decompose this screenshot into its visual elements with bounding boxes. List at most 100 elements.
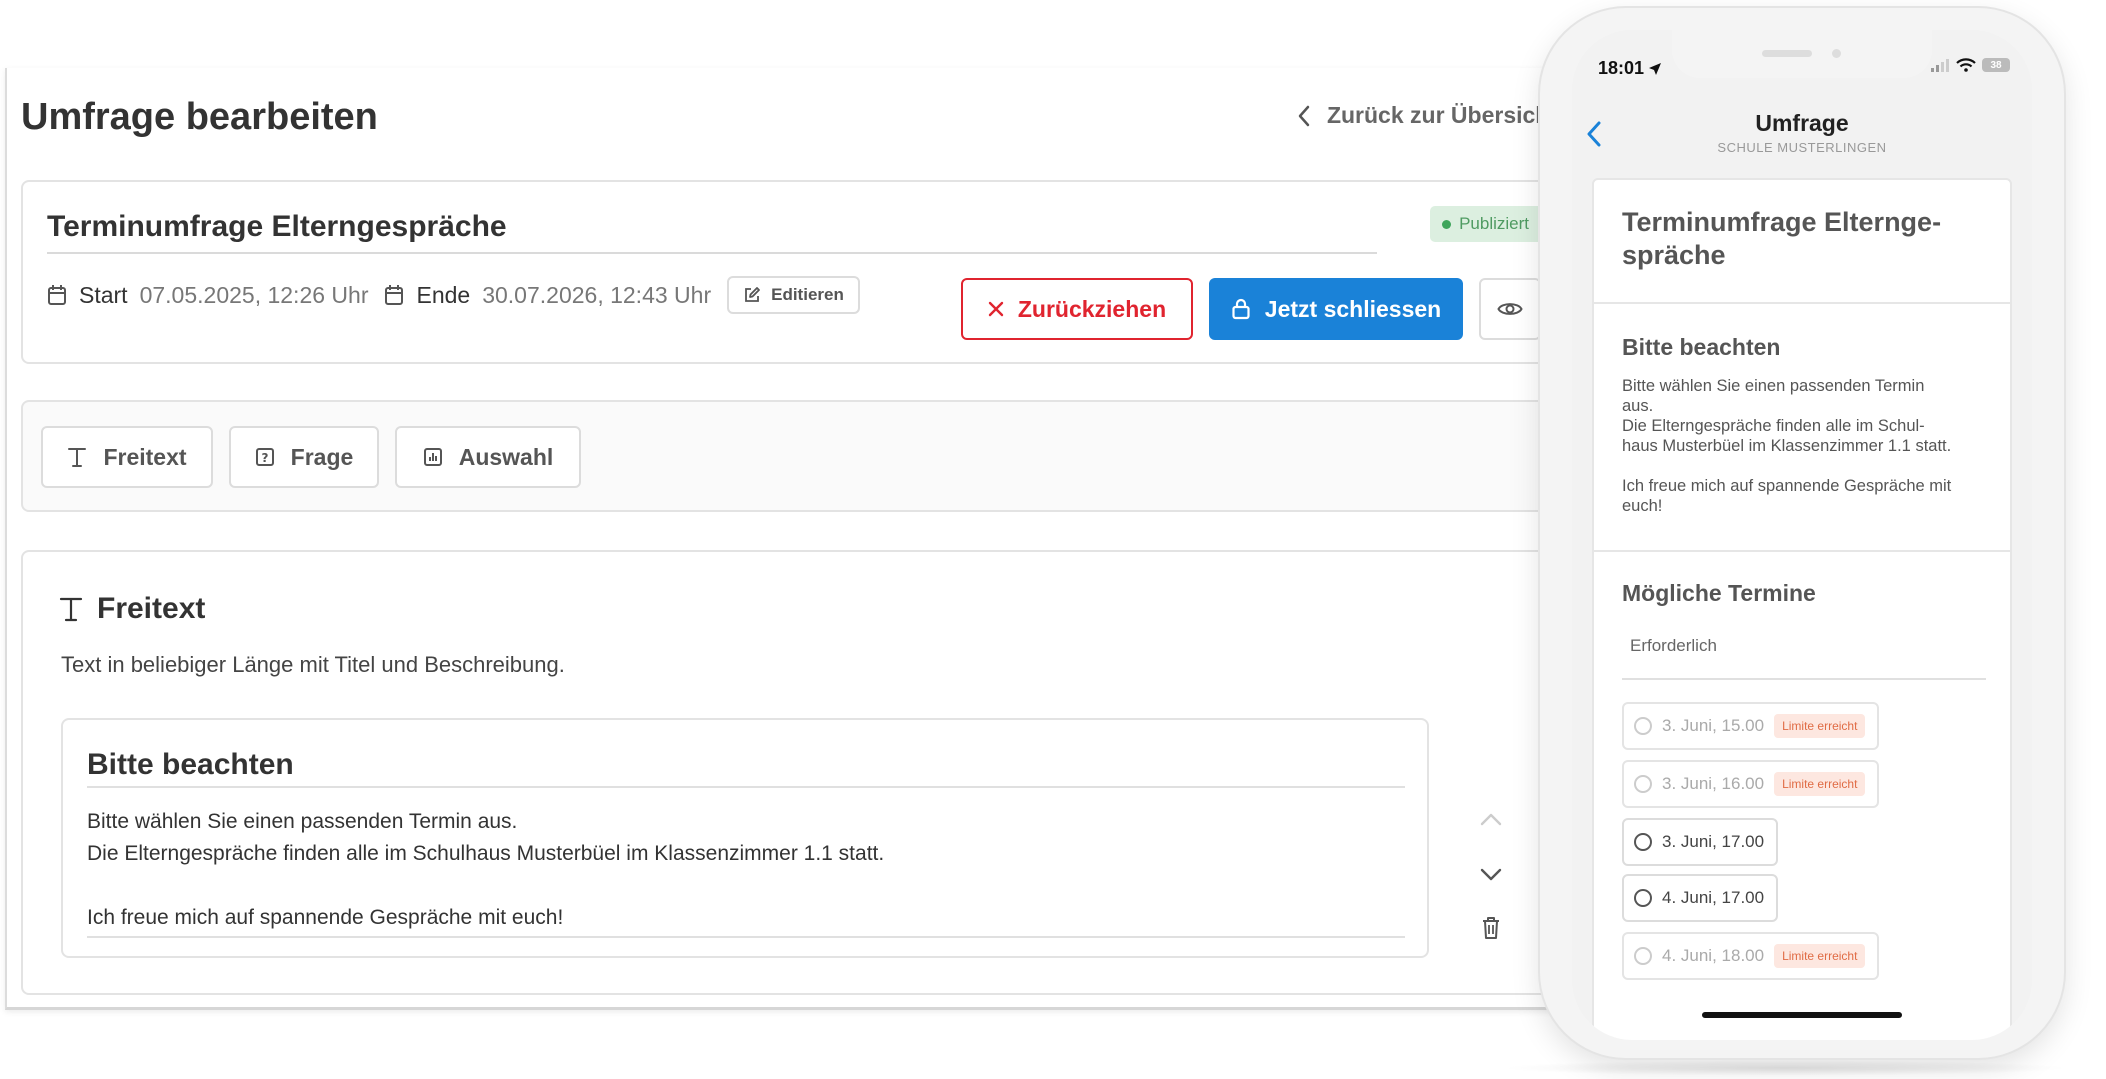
add-freetext-button[interactable]: Freitext xyxy=(41,426,213,488)
end-label: Ende xyxy=(416,281,471,308)
camera-icon xyxy=(1832,49,1841,58)
note-line: Ich freue mich auf spannende Gespräche m… xyxy=(1622,477,1952,495)
date-option: 4. Juni, 18.00 Limite erreicht xyxy=(1622,932,1880,980)
edit-icon xyxy=(743,286,761,304)
freetext-block: Freitext Text in beliebiger Länge mit Ti… xyxy=(21,550,1567,995)
delete-block-button[interactable] xyxy=(1481,916,1501,940)
date-option: 3. Juni, 15.00 Limite erreicht xyxy=(1622,702,1880,750)
close-survey-button[interactable]: Jetzt schliessen xyxy=(1209,278,1463,340)
move-down-button[interactable] xyxy=(1479,868,1503,882)
preview-dates-title: Mögliche Termine xyxy=(1622,580,1816,606)
survey-preview-sheet: Terminumfrage Elternge- spräche Bitte be… xyxy=(1592,178,2012,1040)
question-icon: ? xyxy=(255,447,275,467)
phone-shadow xyxy=(1500,1060,2070,1076)
divider xyxy=(1622,678,1986,680)
add-question-button[interactable]: ? Frage xyxy=(229,426,379,488)
nav-title: Umfrage xyxy=(1755,110,1849,136)
block-header: Freitext xyxy=(59,592,205,626)
calendar-icon xyxy=(47,284,67,306)
date-option-label: 3. Juni, 17.00 xyxy=(1662,832,1765,851)
radio-icon xyxy=(1634,717,1652,735)
phone-preview: 18:01 38 Umfrage SCHULE MUSTERLINGEN Ter… xyxy=(1540,8,2064,1058)
date-option-label: 4. Juni, 17.00 xyxy=(1662,888,1765,907)
survey-header-card: Terminumfrage Elterngespräche Publiziert… xyxy=(21,180,1567,364)
required-label: Erforderlich xyxy=(1630,636,1717,655)
date-option[interactable]: 4. Juni, 17.00 xyxy=(1622,874,1779,922)
block-toolbar: Freitext ? Frage Auswahl xyxy=(21,400,1567,512)
divider xyxy=(1594,550,2010,552)
preview-survey-title: Terminumfrage Elternge- spräche xyxy=(1622,206,1992,272)
content-line: Die Elterngespräche finden alle im Schul… xyxy=(87,842,885,865)
back-link-label: Zurück zur Übersicht xyxy=(1326,102,1557,128)
freetext-content-editor: Bitte beachten Bitte wählen Sie einen pa… xyxy=(61,718,1429,958)
note-line: Die Elterngespräche finden alle im Schul… xyxy=(1622,417,1925,435)
limit-reached-badge: Limite erreicht xyxy=(1774,772,1866,796)
wifi-icon xyxy=(1956,58,1976,72)
svg-text:?: ? xyxy=(261,451,268,465)
close-survey-label: Jetzt schliessen xyxy=(1264,295,1442,322)
survey-title-input[interactable]: Terminumfrage Elterngespräche xyxy=(47,210,1377,254)
preview-title-line: spräche xyxy=(1622,240,1726,270)
radio-icon xyxy=(1634,775,1652,793)
survey-editor-panel: Umfrage bearbeiten Zurück zur Übersicht … xyxy=(5,68,1567,1010)
withdraw-button[interactable]: Zurückziehen xyxy=(961,278,1193,340)
status-badge-label: Publiziert xyxy=(1459,214,1529,233)
date-option-label: 4. Juni, 18.00 xyxy=(1662,946,1765,965)
note-line: aus. xyxy=(1622,397,1654,415)
phone-notch xyxy=(1672,30,1932,78)
add-choice-button[interactable]: Auswahl xyxy=(395,426,581,488)
status-dot-icon xyxy=(1442,219,1452,229)
page-title: Umfrage bearbeiten xyxy=(21,96,378,138)
status-time-label: 18:01 xyxy=(1598,58,1645,78)
date-option-label: 3. Juni, 15.00 xyxy=(1662,716,1765,735)
freetext-label: Freitext xyxy=(103,443,187,470)
nav-subtitle: SCHULE MUSTERLINGEN xyxy=(1717,140,1887,155)
edit-dates-button[interactable]: Editieren xyxy=(727,276,860,314)
close-icon xyxy=(988,301,1004,317)
location-arrow-icon xyxy=(1648,62,1662,76)
block-description: Text in beliebiger Länge mit Titel und B… xyxy=(61,652,565,677)
choice-label: Auswahl xyxy=(458,443,554,470)
status-badge: Publiziert xyxy=(1430,206,1543,242)
status-bar-time: 18:01 xyxy=(1598,58,1662,79)
date-option[interactable]: 3. Juni, 17.00 xyxy=(1622,818,1779,866)
question-label: Frage xyxy=(290,443,354,470)
block-type-label: Freitext xyxy=(97,592,206,625)
date-option: 3. Juni, 16.00 Limite erreicht xyxy=(1622,760,1880,808)
start-label: Start xyxy=(79,281,128,308)
limit-reached-badge: Limite erreicht xyxy=(1774,944,1866,968)
phone-nav-bar: Umfrage SCHULE MUSTERLINGEN xyxy=(1572,102,2032,172)
speaker-icon xyxy=(1762,50,1812,57)
edit-dates-label: Editieren xyxy=(771,285,844,304)
radio-icon xyxy=(1634,889,1652,907)
radio-icon xyxy=(1634,947,1652,965)
phone-screen: 18:01 38 Umfrage SCHULE MUSTERLINGEN Ter… xyxy=(1572,30,2032,1040)
end-date-value: 30.07.2026, 12:43 Uhr xyxy=(482,281,712,308)
withdraw-label: Zurückziehen xyxy=(1017,295,1167,322)
chevron-down-icon xyxy=(1479,868,1503,882)
survey-dates: Start 07.05.2025, 12:26 Uhr Ende 30.07.2… xyxy=(47,276,860,314)
note-line: haus Musterbüel im Klassenzimmer 1.1 sta… xyxy=(1622,437,1952,455)
preview-note-text: Bitte wählen Sie einen passenden Termin … xyxy=(1622,376,1992,516)
move-up-button[interactable] xyxy=(1479,812,1503,826)
radio-icon xyxy=(1634,833,1652,851)
start-date-value: 07.05.2025, 12:26 Uhr xyxy=(139,281,369,308)
home-indicator[interactable] xyxy=(1702,1012,1902,1018)
note-line: Bitte wählen Sie einen passenden Termin xyxy=(1622,377,1925,395)
battery-icon: 38 xyxy=(1982,58,2010,72)
preview-button[interactable] xyxy=(1479,278,1541,340)
limit-reached-badge: Limite erreicht xyxy=(1774,714,1866,738)
content-line: Ich freue mich auf spannende Gespräche m… xyxy=(87,906,564,929)
content-body-textarea[interactable]: Bitte wählen Sie einen passenden Termin … xyxy=(87,806,1405,938)
note-line: euch! xyxy=(1622,497,1663,515)
trash-icon xyxy=(1481,916,1501,940)
calendar-icon xyxy=(384,284,404,306)
status-bar-icons: 38 xyxy=(1930,58,2010,72)
date-option-label: 3. Juni, 16.00 xyxy=(1662,774,1765,793)
text-icon xyxy=(67,446,87,468)
divider xyxy=(1594,302,2010,304)
chevron-left-icon xyxy=(1297,105,1311,127)
note-line xyxy=(1622,456,1992,476)
back-to-overview-link[interactable]: Zurück zur Übersicht xyxy=(1297,102,1557,129)
content-title-input[interactable]: Bitte beachten xyxy=(87,748,1405,788)
